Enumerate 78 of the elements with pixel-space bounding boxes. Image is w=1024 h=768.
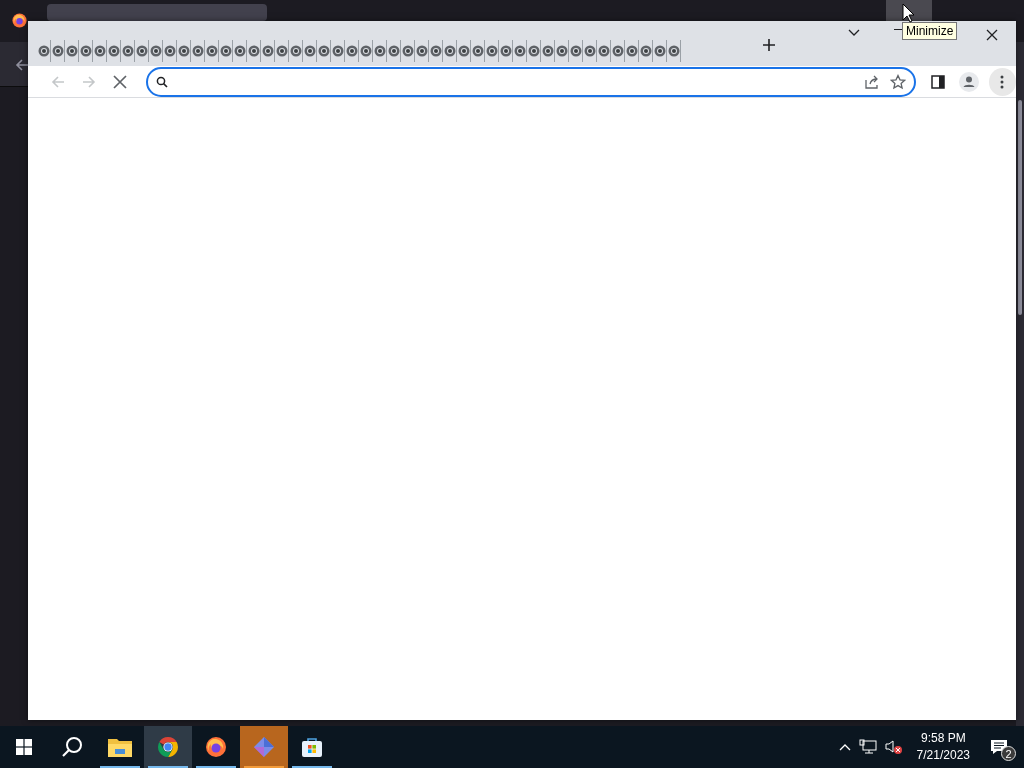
address-field[interactable] [145,66,917,97]
browser-tab[interactable] [569,40,583,62]
browser-tab[interactable] [359,40,373,62]
browser-tab[interactable] [443,40,457,62]
browser-tab[interactable] [667,40,681,62]
browser-tab[interactable] [205,40,219,62]
cursor-icon [902,3,915,23]
clock[interactable]: 9:58 PM 7/21/2023 [910,730,976,764]
browser-tab[interactable] [261,40,275,62]
browser-tab[interactable] [415,40,429,62]
more-icon [1000,74,1005,89]
stop-icon[interactable] [113,74,128,89]
close-icon[interactable] [986,29,998,41]
chevron-up-icon[interactable] [838,743,851,751]
browser-tab[interactable] [499,40,513,62]
browser-tab[interactable] [541,40,555,62]
browser-tab[interactable] [611,40,625,62]
tooltip: Minimize [902,22,958,40]
clock-time: 9:58 PM [920,730,966,747]
browser-tab[interactable] [457,40,471,62]
browser-tab[interactable] [79,40,93,62]
notifications-button[interactable]: 2 [984,732,1014,762]
firefox-icon [204,735,228,759]
browser-tab[interactable] [653,40,667,62]
browser-tab[interactable] [597,40,611,62]
taskbar-button[interactable] [144,726,192,768]
star-icon[interactable] [890,73,907,90]
windows-icon [16,739,32,755]
browser-tab[interactable] [177,40,191,62]
browser-tab[interactable] [191,40,205,62]
profile-icon[interactable] [959,71,979,92]
browser-tab[interactable] [387,40,401,62]
browser-tab[interactable] [527,40,541,62]
browser-tab[interactable] [51,40,65,62]
browser-tab[interactable] [331,40,345,62]
muted-speaker-icon[interactable] [884,739,903,755]
prism-icon [253,736,275,758]
browser-tab[interactable] [639,40,653,62]
browser-tab[interactable] [219,40,233,62]
browser-tab[interactable] [37,40,51,62]
back-arrow-icon[interactable] [14,57,30,73]
browser-tab[interactable] [583,40,597,62]
browser-tab[interactable] [373,40,387,62]
browser-tab[interactable] [149,40,163,62]
browser-tab[interactable] [471,40,485,62]
browser-tab[interactable] [485,40,499,62]
scrollbar-thumb[interactable] [1018,100,1022,315]
browser-tab[interactable] [303,40,317,62]
browser-tab[interactable] [625,40,639,62]
network-icon[interactable] [858,739,877,755]
browser-tab[interactable] [135,40,149,62]
chrome-icon [156,735,180,759]
search-icon [155,75,168,88]
browser-tab[interactable] [317,40,331,62]
browser-tab[interactable] [93,40,107,62]
store-icon [301,736,323,758]
tab-search-icon[interactable] [848,28,860,38]
browser-tab[interactable] [401,40,415,62]
browser-tab[interactable] [121,40,135,62]
browser-tab[interactable] [429,40,443,62]
browser-tab[interactable] [275,40,289,62]
side-panel-icon[interactable] [930,74,945,89]
browser-tab[interactable] [233,40,247,62]
browser-tab[interactable] [247,40,261,62]
firefox-icon [11,12,28,29]
browser-tab[interactable] [163,40,177,62]
clock-date: 7/21/2023 [916,747,970,764]
browser-tab[interactable] [513,40,527,62]
notification-count: 2 [1001,746,1016,761]
browser-tab[interactable] [65,40,79,62]
search-icon [61,736,83,758]
browser-tab[interactable] [107,40,121,62]
browser-tab[interactable] [555,40,569,62]
browser-tab[interactable] [289,40,303,62]
share-icon[interactable] [864,73,881,90]
new-tab-icon[interactable] [762,38,776,52]
browser-tab[interactable] [345,40,359,62]
folder-icon [108,737,132,757]
